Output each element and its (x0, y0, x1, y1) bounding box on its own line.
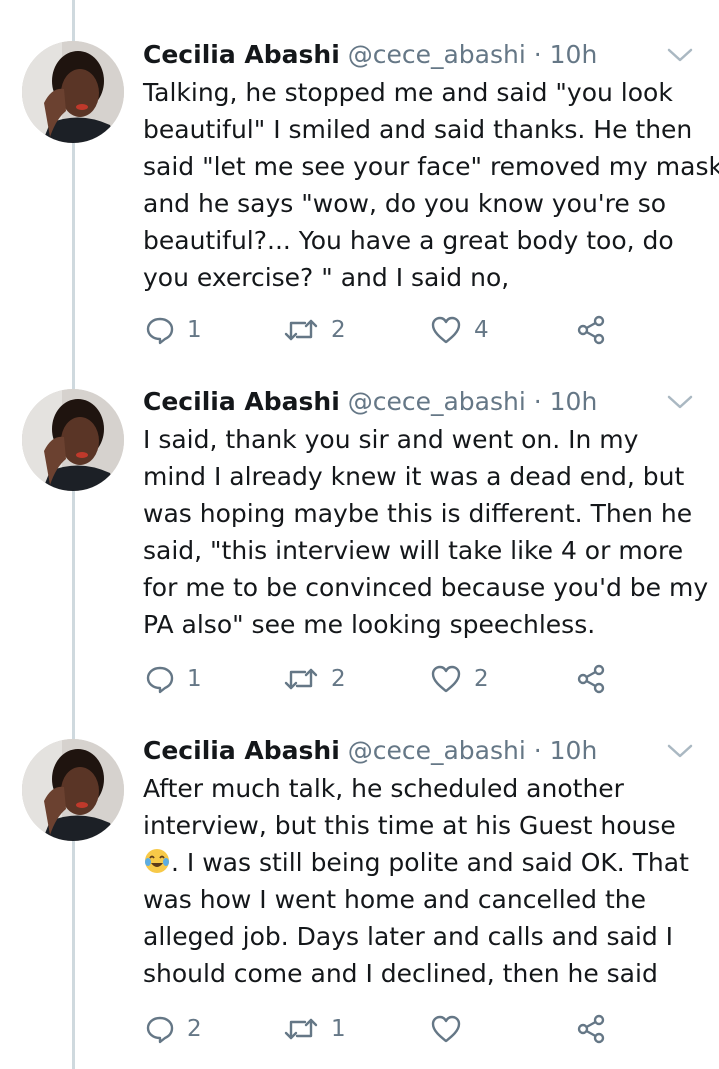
text-line: I said, thank you sir and went on. In my (143, 425, 639, 454)
text-line: . I was still being polite and said OK. … (143, 844, 708, 881)
action-bar: 1 2 2 (143, 659, 613, 699)
retweet-button[interactable]: 1 (283, 1009, 346, 1049)
retweet-icon (284, 319, 318, 341)
share-button[interactable] (575, 659, 607, 699)
share-button[interactable] (575, 310, 607, 350)
reply-icon (146, 1016, 174, 1044)
text-line: for me to be convinced because you'd be … (143, 573, 709, 602)
reply-count: 1 (187, 666, 202, 692)
text-line: beautiful?... You have a great body too,… (143, 226, 674, 255)
action-bar: 2 1 (143, 1009, 613, 1049)
retweet-icon (284, 1018, 318, 1040)
reply-icon (146, 666, 174, 694)
tweet-text: Talking, he stopped me and said "you loo… (143, 74, 719, 296)
tweet-text: I said, thank you sir and went on. In my… (143, 421, 708, 643)
text-line: interview, but this time at his Guest ho… (143, 811, 676, 840)
reply-button[interactable]: 1 (145, 310, 202, 350)
author-handle[interactable]: @cece_abashi (348, 736, 526, 765)
text-line: After much talk, he scheduled another (143, 774, 624, 803)
avatar[interactable] (22, 41, 124, 143)
tweet-header: Cecilia Abashi @cece_abashi · 10h (143, 734, 597, 768)
author-name[interactable]: Cecilia Abashi (143, 736, 340, 765)
heart-icon (431, 316, 461, 344)
action-bar: 1 2 4 (143, 310, 613, 350)
retweet-count: 2 (331, 317, 346, 343)
heart-icon (431, 665, 461, 693)
text-line: said, "this interview will take like 4 o… (143, 536, 684, 565)
retweet-count: 1 (331, 1016, 346, 1042)
text-line: and he says "wow, do you know you're so (143, 189, 667, 218)
share-icon (577, 664, 605, 694)
text-line: beautiful" I smiled and said thanks. He … (143, 115, 693, 144)
tears-of-joy-emoji (145, 849, 169, 873)
reply-button[interactable]: 1 (145, 659, 202, 699)
avatar[interactable] (22, 739, 124, 841)
reply-button[interactable]: 2 (145, 1009, 202, 1049)
timestamp[interactable]: 10h (550, 736, 598, 765)
like-button[interactable]: 4 (430, 310, 489, 350)
author-handle[interactable]: @cece_abashi (348, 40, 526, 69)
text-line: said "let me see your face" removed my m… (143, 152, 719, 181)
reply-count: 2 (187, 1016, 202, 1042)
text-line: mind I already knew it was a dead end, b… (143, 462, 685, 491)
text-line: should come and I declined, then he said (143, 959, 658, 988)
reply-count: 1 (187, 317, 202, 343)
tweet-header: Cecilia Abashi @cece_abashi · 10h (143, 38, 597, 72)
chevron-down-icon[interactable] (666, 393, 694, 411)
author-name[interactable]: Cecilia Abashi (143, 387, 340, 416)
chevron-down-icon[interactable] (666, 46, 694, 64)
timestamp[interactable]: 10h (550, 40, 598, 69)
separator: · (533, 736, 542, 765)
text-line: alleged job. Days later and calls and sa… (143, 922, 674, 951)
reply-icon (146, 317, 174, 345)
separator: · (533, 40, 542, 69)
retweet-icon (284, 668, 318, 690)
text-line-rest: . I was still being polite and said OK. … (171, 848, 689, 877)
text-line: you exercise? " and I said no, (143, 263, 510, 292)
retweet-button[interactable]: 2 (283, 659, 346, 699)
share-icon (577, 1014, 605, 1044)
like-count: 4 (474, 317, 489, 343)
timestamp[interactable]: 10h (550, 387, 598, 416)
text-line: PA also" see me looking speechless. (143, 610, 596, 639)
share-icon (577, 315, 605, 345)
like-count: 2 (474, 666, 489, 692)
share-button[interactable] (575, 1009, 607, 1049)
heart-icon (431, 1015, 461, 1043)
tweet[interactable]: Cecilia Abashi @cece_abashi · 10h I said… (0, 385, 719, 705)
author-handle[interactable]: @cece_abashi (348, 387, 526, 416)
like-button[interactable] (430, 1009, 474, 1049)
text-line: was how I went home and cancelled the (143, 885, 646, 914)
text-line: was hoping maybe this is different. Then… (143, 499, 693, 528)
tweet-header: Cecilia Abashi @cece_abashi · 10h (143, 385, 597, 419)
tweet-text: After much talk, he scheduled another in… (143, 770, 708, 992)
tweet[interactable]: Cecilia Abashi @cece_abashi · 10h After … (0, 734, 719, 1064)
avatar[interactable] (22, 389, 124, 491)
author-name[interactable]: Cecilia Abashi (143, 40, 340, 69)
retweet-button[interactable]: 2 (283, 310, 346, 350)
text-line: Talking, he stopped me and said "you loo… (143, 78, 673, 107)
like-button[interactable]: 2 (430, 659, 489, 699)
separator: · (533, 387, 542, 416)
tweet[interactable]: Cecilia Abashi @cece_abashi · 10h Talkin… (0, 38, 719, 358)
retweet-count: 2 (331, 666, 346, 692)
chevron-down-icon[interactable] (666, 742, 694, 760)
